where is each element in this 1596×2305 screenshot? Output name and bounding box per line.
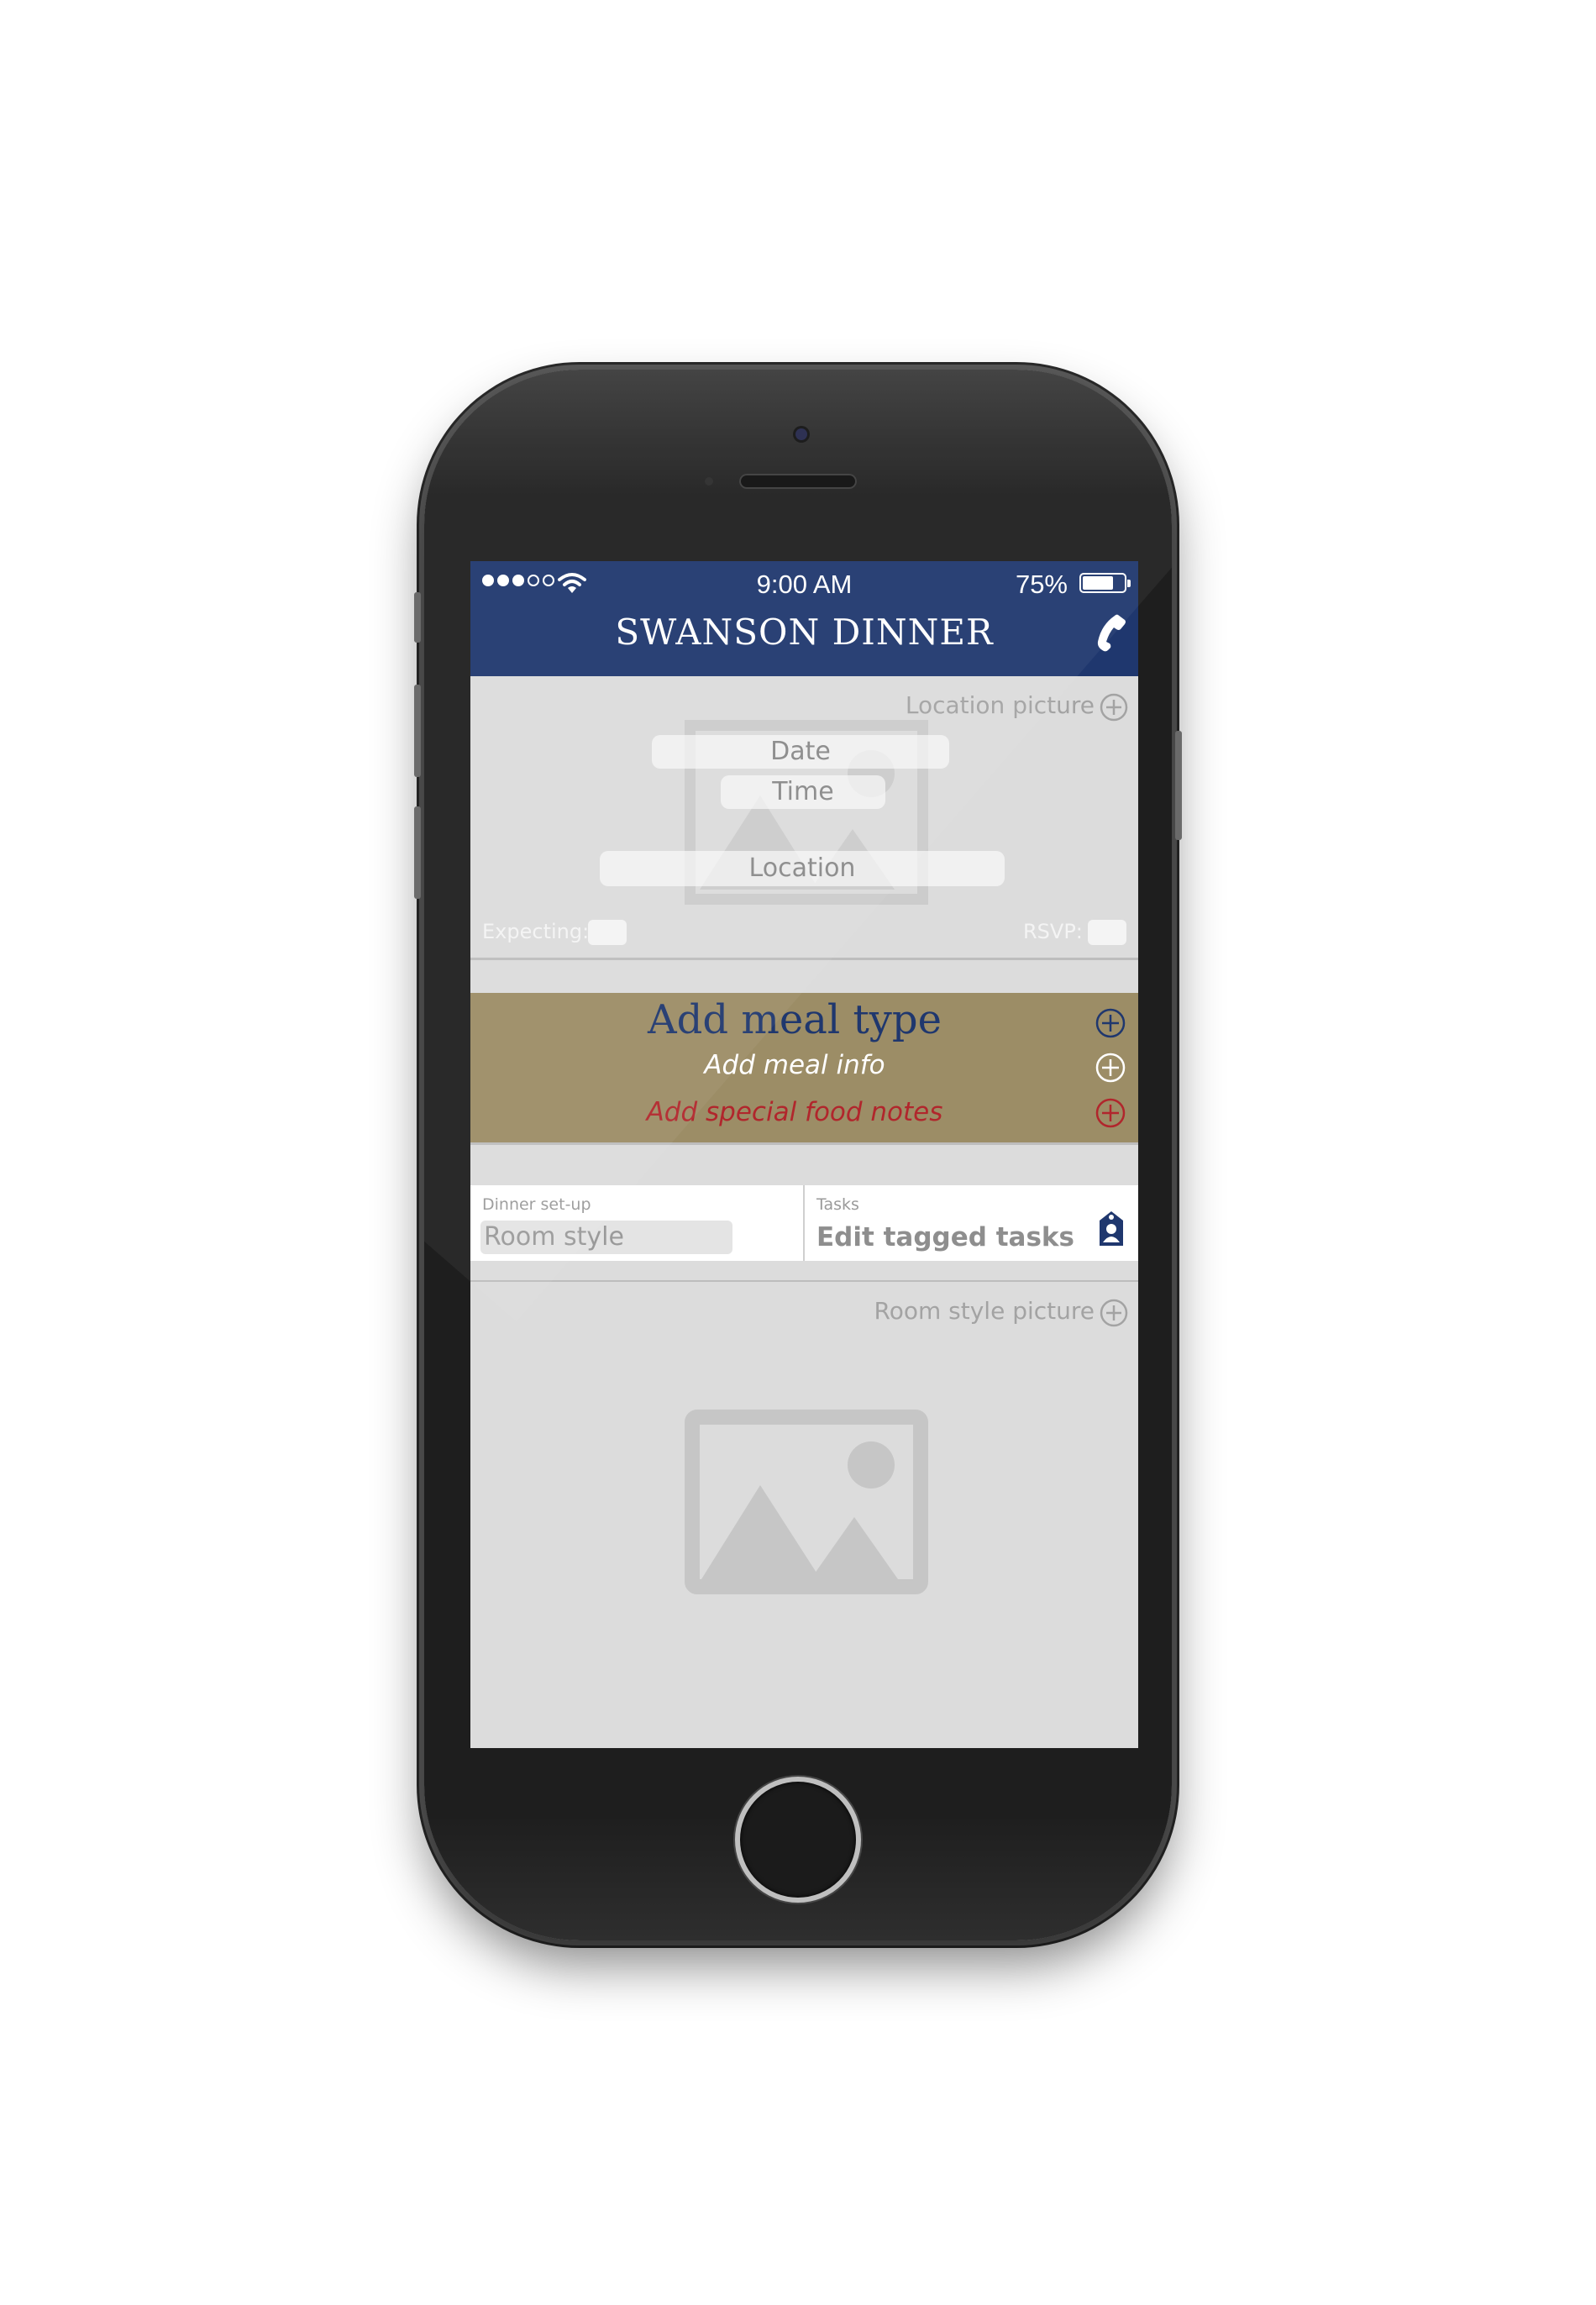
tasks-caption: Tasks <box>816 1195 859 1214</box>
room-style-field[interactable]: Room style <box>480 1221 732 1254</box>
add-location-picture-icon[interactable] <box>1100 693 1128 722</box>
battery-percent: 75% <box>1015 570 1068 599</box>
phone-frame: 9:00 AM 75% SWANSON DINNER Location pict… <box>414 370 1182 1940</box>
edit-tagged-tasks-link[interactable]: Edit tagged tasks <box>816 1222 1074 1252</box>
room-style-picture-label[interactable]: Room style picture <box>874 1297 1095 1325</box>
mute-switch <box>414 592 421 643</box>
room-placeholder-image-icon[interactable] <box>685 1410 928 1594</box>
time-field[interactable]: Time <box>721 775 885 809</box>
meal-section: Add meal type Add meal info Add special … <box>470 993 1138 1142</box>
location-picture-label[interactable]: Location picture <box>906 691 1095 719</box>
status-bar: 9:00 AM 75% <box>470 561 1138 605</box>
section-divider <box>470 958 1138 960</box>
phone-icon[interactable] <box>1093 613 1126 652</box>
meal-type-field[interactable]: Add meal type <box>470 996 1119 1043</box>
volume-down-button <box>414 806 421 899</box>
rsvp-count-field[interactable] <box>1088 920 1126 945</box>
location-section: Location picture Date Time Location Expe… <box>470 676 1138 958</box>
power-button <box>1175 731 1182 840</box>
battery-icon <box>1079 573 1131 593</box>
home-button[interactable] <box>735 1777 861 1903</box>
section-divider <box>470 1142 1138 1145</box>
date-field[interactable]: Date <box>652 735 949 769</box>
special-food-notes-field[interactable]: Add special food notes <box>470 1097 1119 1127</box>
top-bar: 9:00 AM 75% SWANSON DINNER <box>470 561 1138 676</box>
expecting-count-field[interactable] <box>588 920 627 945</box>
volume-up-button <box>414 685 421 777</box>
room-style-section: Room style picture <box>470 1282 1138 1748</box>
location-field[interactable]: Location <box>600 851 1005 886</box>
dinner-setup-caption: Dinner set-up <box>482 1195 591 1214</box>
front-camera <box>795 428 807 440</box>
tag-person-icon[interactable] <box>1098 1210 1125 1247</box>
meal-info-field[interactable]: Add meal info <box>470 1050 1119 1080</box>
tasks-cell[interactable]: Tasks Edit tagged tasks <box>805 1185 1138 1261</box>
setup-row: Dinner set-up Room style Tasks Edit tagg… <box>470 1185 1138 1261</box>
add-food-notes-icon[interactable] <box>1095 1098 1126 1128</box>
earpiece-speaker <box>739 474 857 489</box>
page-title: SWANSON DINNER <box>615 612 994 653</box>
dinner-setup-cell: Dinner set-up Room style <box>470 1185 805 1261</box>
app-screen: 9:00 AM 75% SWANSON DINNER Location pict… <box>470 561 1138 1748</box>
add-room-style-picture-icon[interactable] <box>1100 1299 1128 1327</box>
add-meal-info-icon[interactable] <box>1095 1053 1126 1083</box>
rsvp-label: RSVP: <box>1023 920 1083 943</box>
expecting-label: Expecting: <box>482 920 590 943</box>
proximity-sensor <box>705 477 713 486</box>
add-meal-type-icon[interactable] <box>1095 1008 1126 1038</box>
